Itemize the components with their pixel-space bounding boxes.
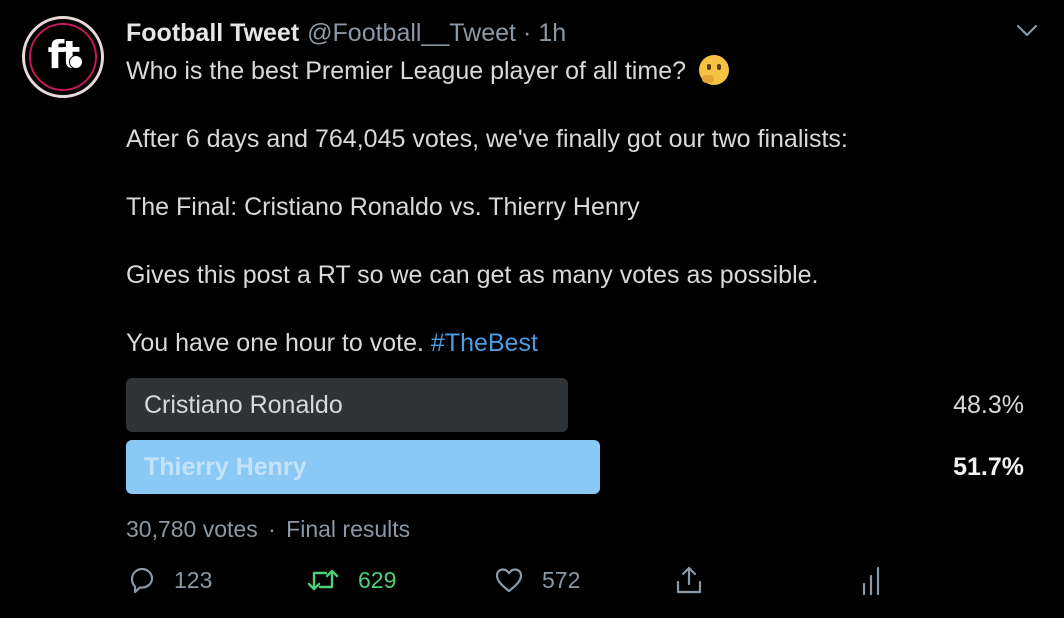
football-icon: [69, 55, 83, 69]
like-count: 572: [542, 566, 581, 593]
tweet-text-question: Who is the best Premier League player of…: [126, 57, 686, 85]
poll-option-2-percent: 51.7%: [953, 453, 1024, 481]
reply-icon: [130, 567, 154, 594]
analytics-icon: [862, 566, 880, 596]
poll-summary-separator: ·: [268, 516, 276, 542]
tweet-header: Football Tweet @Football__Tweet · 1h: [126, 18, 566, 48]
tweet-text-line-1: Who is the best Premier League player of…: [126, 55, 729, 87]
poll-option-2: Thierry Henry: [126, 440, 600, 494]
thinking-face-emoji: [698, 55, 729, 86]
retweet-count: 629: [358, 566, 397, 593]
reply-button[interactable]: 123: [126, 562, 212, 598]
hashtag-link[interactable]: #TheBest: [431, 329, 538, 357]
like-button[interactable]: 572: [494, 562, 580, 598]
like-icon: [495, 568, 523, 593]
analytics-button[interactable]: [856, 562, 886, 598]
tweet-actions: 123 629 572: [0, 562, 1064, 598]
avatar-ring: ft: [29, 23, 97, 91]
tweet-text-line-5: You have one hour to vote. #TheBest: [126, 328, 538, 358]
reply-count: 123: [174, 566, 213, 593]
poll-summary: 30,780 votes · Final results: [126, 514, 410, 544]
share-button[interactable]: [674, 562, 704, 598]
poll-option-1-percent: 48.3%: [953, 391, 1024, 419]
author-display-name[interactable]: Football Tweet: [126, 19, 299, 48]
header-separator: ·: [522, 18, 532, 47]
poll-vote-count: 30,780 votes: [126, 516, 258, 542]
poll-option-1-label: Cristiano Ronaldo: [144, 390, 343, 419]
tweet-text-line-2: After 6 days and 764,045 votes, we've fi…: [126, 125, 848, 153]
poll-status: Final results: [286, 516, 411, 542]
avatar[interactable]: ft: [22, 16, 104, 98]
retweet-icon: [307, 569, 339, 591]
poll-option-2-label: Thierry Henry: [144, 452, 307, 481]
tweet-text-closing: You have one hour to vote.: [126, 329, 424, 357]
author-handle[interactable]: @Football__Tweet: [307, 19, 516, 48]
poll-option-1: Cristiano Ronaldo: [126, 378, 568, 432]
retweet-button[interactable]: 629: [306, 562, 396, 598]
tweet-text-line-3: The Final: Cristiano Ronaldo vs. Thierry…: [126, 193, 640, 221]
tweet-text-line-4: Gives this post a RT so we can get as ma…: [126, 261, 819, 289]
share-icon: [676, 566, 702, 594]
chevron-down-icon[interactable]: [1014, 20, 1040, 40]
tweet-timestamp[interactable]: 1h: [538, 19, 566, 48]
